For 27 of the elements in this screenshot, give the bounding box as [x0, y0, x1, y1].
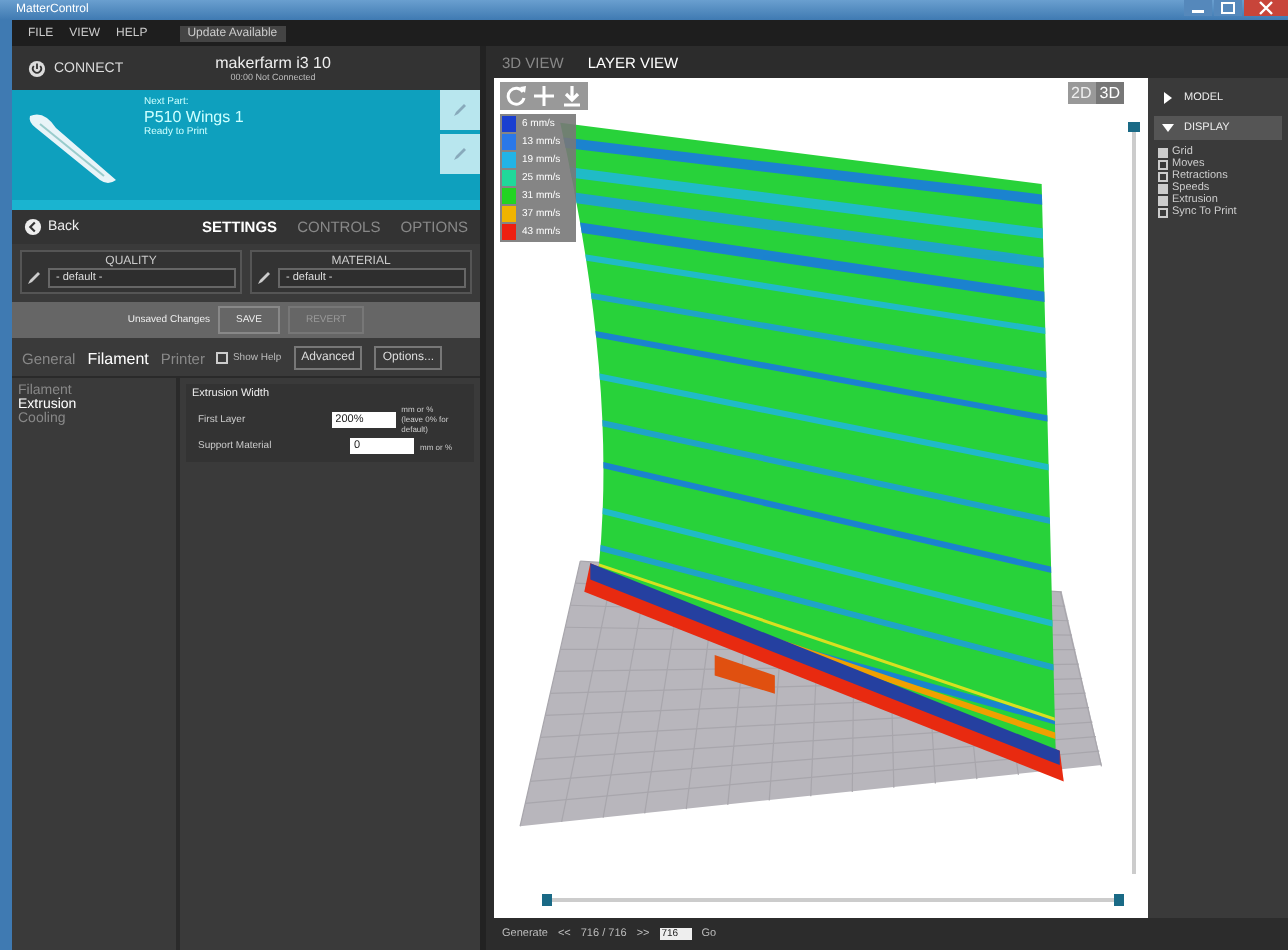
checkbox[interactable]	[1158, 195, 1168, 205]
checkbox[interactable]	[1158, 171, 1168, 181]
printer-name: makerfarm i3 10	[215, 54, 331, 72]
slider-thumb[interactable]	[1114, 894, 1124, 906]
minimize-icon[interactable]	[1184, 0, 1212, 16]
maximize-icon[interactable]	[1214, 0, 1242, 16]
power-icon	[28, 59, 46, 77]
checkbox[interactable]	[1158, 159, 1168, 169]
checkbox[interactable]	[1158, 147, 1168, 157]
view-mode-button[interactable]: 3D	[1095, 82, 1124, 104]
close-icon[interactable]	[1244, 0, 1288, 16]
slider-thumb[interactable]	[1128, 122, 1140, 132]
slider-thumb[interactable]	[542, 894, 552, 906]
checkbox[interactable]	[216, 352, 229, 364]
pencil-icon	[26, 270, 42, 286]
triangle-right-icon	[1162, 92, 1174, 104]
checkbox[interactable]	[1158, 183, 1168, 193]
chevron-down-icon	[1162, 122, 1174, 134]
move-icon[interactable]	[532, 84, 556, 108]
checkbox[interactable]	[1158, 207, 1168, 217]
part-name: P510 Wings 1	[144, 108, 246, 126]
back-icon	[24, 218, 42, 236]
rotate-icon[interactable]	[504, 84, 528, 108]
pencil-icon	[452, 102, 468, 118]
pencil-icon	[256, 270, 272, 286]
pencil-icon	[452, 146, 468, 162]
section-tab[interactable]: Filament	[87, 349, 149, 367]
